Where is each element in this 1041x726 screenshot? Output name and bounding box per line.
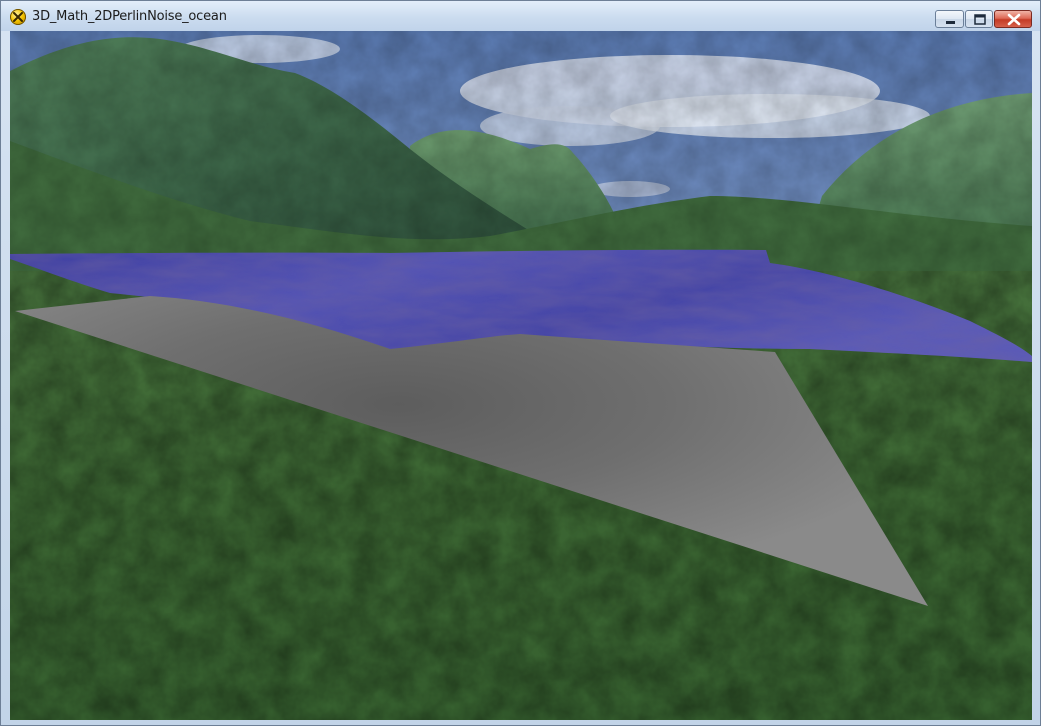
window-title: 3D_Math_2DPerlinNoise_ocean xyxy=(32,9,227,24)
maximize-icon xyxy=(974,14,986,25)
app-window: 3D_Math_2DPerlinNoise_ocean xyxy=(0,0,1041,726)
ocean-scene xyxy=(10,31,1032,720)
close-icon xyxy=(1007,13,1021,26)
render-viewport[interactable] xyxy=(10,31,1032,720)
title-bar[interactable]: 3D_Math_2DPerlinNoise_ocean xyxy=(1,1,1040,31)
close-button[interactable] xyxy=(994,10,1032,28)
minimize-button[interactable] xyxy=(935,10,964,28)
directx-icon[interactable] xyxy=(10,9,26,25)
minimize-icon xyxy=(946,21,955,24)
maximize-button[interactable] xyxy=(965,10,993,28)
